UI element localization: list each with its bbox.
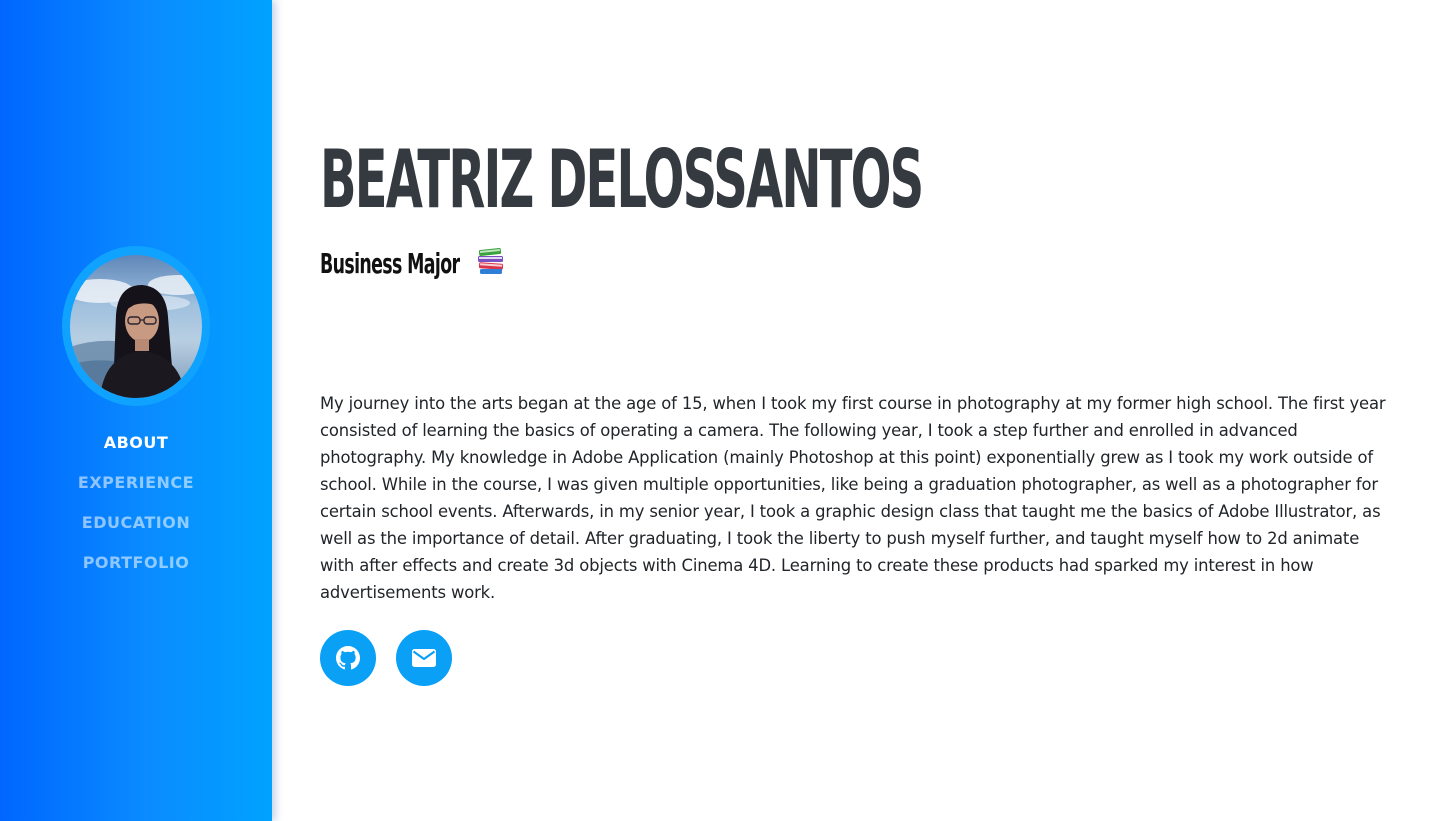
avatar-ring — [62, 246, 210, 406]
envelope-icon — [412, 649, 436, 667]
nav-item-about[interactable]: ABOUT — [0, 431, 272, 471]
page-title: BEATRIZ DELOSSANTOS — [320, 133, 924, 226]
social-links — [320, 630, 452, 686]
books-icon — [478, 248, 504, 274]
github-icon — [336, 646, 360, 670]
sidebar-nav: ABOUT EXPERIENCE EDUCATION PORTFOLIO — [0, 431, 272, 591]
nav-item-portfolio[interactable]: PORTFOLIO — [0, 551, 272, 591]
bio-paragraph: My journey into the arts began at the ag… — [320, 394, 1386, 602]
github-link-button[interactable] — [320, 630, 376, 686]
nav-item-education[interactable]: EDUCATION — [0, 511, 272, 551]
subtitle: Business Major — [320, 247, 460, 280]
sidebar: ABOUT EXPERIENCE EDUCATION PORTFOLIO — [0, 0, 272, 821]
profile-photo — [70, 255, 202, 398]
nav-item-experience[interactable]: EXPERIENCE — [0, 471, 272, 511]
avatar — [70, 255, 202, 398]
email-link-button[interactable] — [396, 630, 452, 686]
